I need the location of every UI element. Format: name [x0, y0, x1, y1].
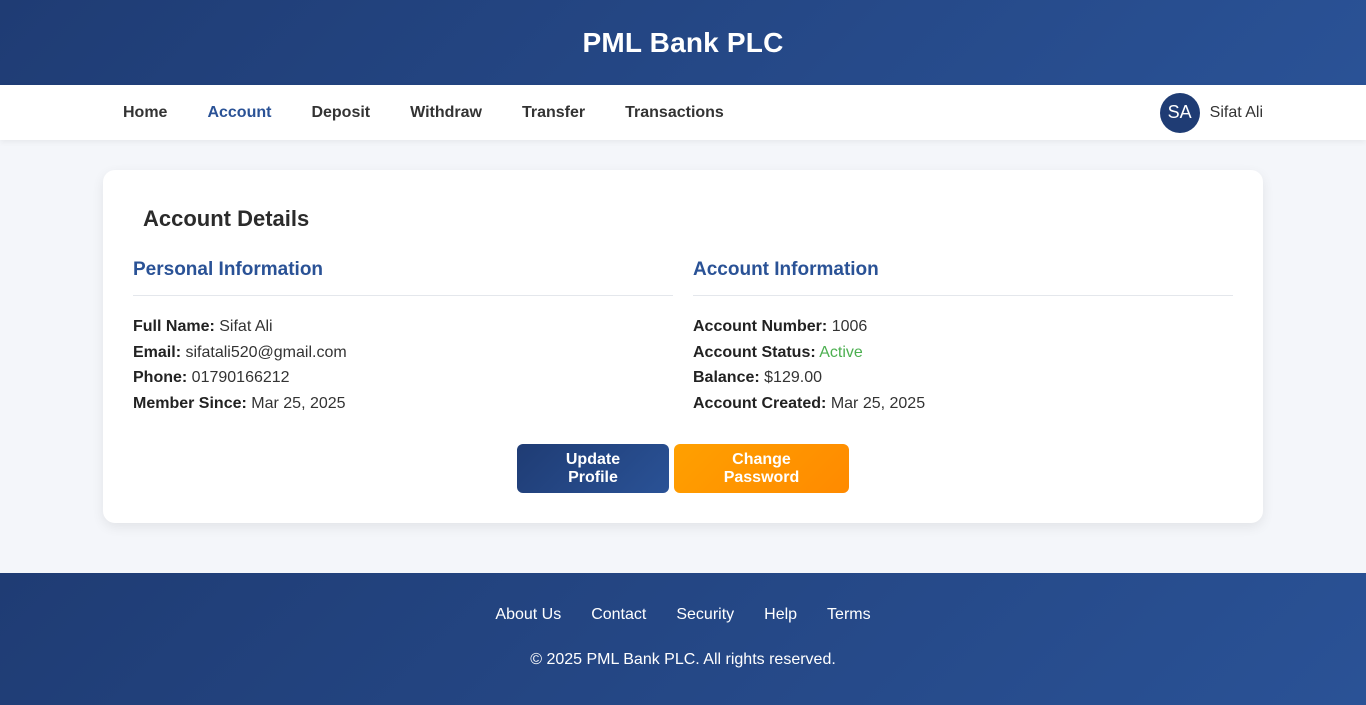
member-since-row: Member Since: Mar 25, 2025	[133, 391, 673, 417]
main-content: Account Details Personal Information Ful…	[0, 140, 1366, 573]
account-details-card: Account Details Personal Information Ful…	[103, 170, 1263, 523]
account-created-label: Account Created:	[693, 394, 827, 412]
full-name-label: Full Name:	[133, 318, 215, 335]
footer-link-terms[interactable]: Terms	[827, 606, 871, 624]
page-title: Account Details	[143, 206, 310, 231]
user-name: Sifat Ali	[1209, 103, 1263, 121]
balance-value: $129.00	[764, 369, 822, 386]
account-status-label: Account Status:	[693, 343, 816, 361]
details-columns: Personal Information Full Name: Sifat Al…	[133, 259, 1233, 416]
nav-deposit[interactable]: Deposit	[291, 85, 390, 140]
main-nav: Home Account Deposit Withdraw Transfer T…	[0, 85, 1366, 140]
nav-links: Home Account Deposit Withdraw Transfer T…	[103, 85, 744, 140]
account-status-row: Account Status: Active	[693, 340, 1233, 366]
nav-transactions[interactable]: Transactions	[605, 85, 744, 140]
personal-info-section: Personal Information Full Name: Sifat Al…	[133, 259, 673, 416]
email-value: sifatali520@gmail.com	[185, 343, 347, 361]
account-number-label: Account Number:	[693, 318, 828, 335]
full-name-row: Full Name: Sifat Ali	[133, 314, 673, 340]
balance-row: Balance: $129.00	[693, 365, 1233, 391]
account-created-row: Account Created: Mar 25, 2025	[693, 391, 1233, 417]
nav-withdraw[interactable]: Withdraw	[390, 85, 502, 140]
phone-value: 01790166212	[191, 369, 290, 386]
bank-title: PML Bank PLC	[582, 26, 784, 58]
phone-label: Phone:	[133, 369, 188, 386]
account-info-heading: Account Information	[693, 259, 1233, 296]
full-name-value: Sifat Ali	[219, 318, 273, 335]
status-badge: Active	[819, 343, 863, 361]
change-password-button[interactable]: Change Password	[674, 444, 849, 493]
account-created-value: Mar 25, 2025	[830, 394, 926, 412]
phone-row: Phone: 01790166212	[133, 365, 673, 391]
email-label: Email:	[133, 343, 182, 361]
footer-link-security[interactable]: Security	[676, 606, 734, 624]
account-info-section: Account Information Account Number: 1006…	[693, 259, 1233, 416]
email-row: Email: sifatali520@gmail.com	[133, 340, 673, 366]
copyright-text: © 2025 PML Bank PLC. All rights reserved…	[530, 651, 836, 668]
nav-home[interactable]: Home	[103, 85, 187, 140]
member-since-label: Member Since:	[133, 394, 247, 412]
footer-links: About Us Contact Security Help Terms	[0, 606, 1366, 624]
avatar[interactable]: SA	[1159, 92, 1200, 133]
account-number-value: 1006	[831, 318, 868, 335]
account-number-row: Account Number: 1006	[693, 314, 1233, 340]
footer-link-contact[interactable]: Contact	[591, 606, 646, 624]
page-footer: About Us Contact Security Help Terms © 2…	[0, 573, 1366, 705]
card-actions: Update Profile Change Password	[103, 444, 1263, 493]
nav-transfer[interactable]: Transfer	[502, 85, 605, 140]
personal-info-heading: Personal Information	[133, 259, 673, 296]
user-menu[interactable]: SA Sifat Ali	[1159, 92, 1263, 133]
footer-link-help[interactable]: Help	[764, 606, 797, 624]
update-profile-button[interactable]: Update Profile	[517, 444, 669, 493]
balance-label: Balance:	[693, 369, 760, 386]
top-header: PML Bank PLC	[0, 0, 1366, 85]
member-since-value: Mar 25, 2025	[251, 394, 346, 412]
footer-link-about[interactable]: About Us	[495, 606, 561, 624]
nav-account[interactable]: Account	[187, 85, 291, 140]
